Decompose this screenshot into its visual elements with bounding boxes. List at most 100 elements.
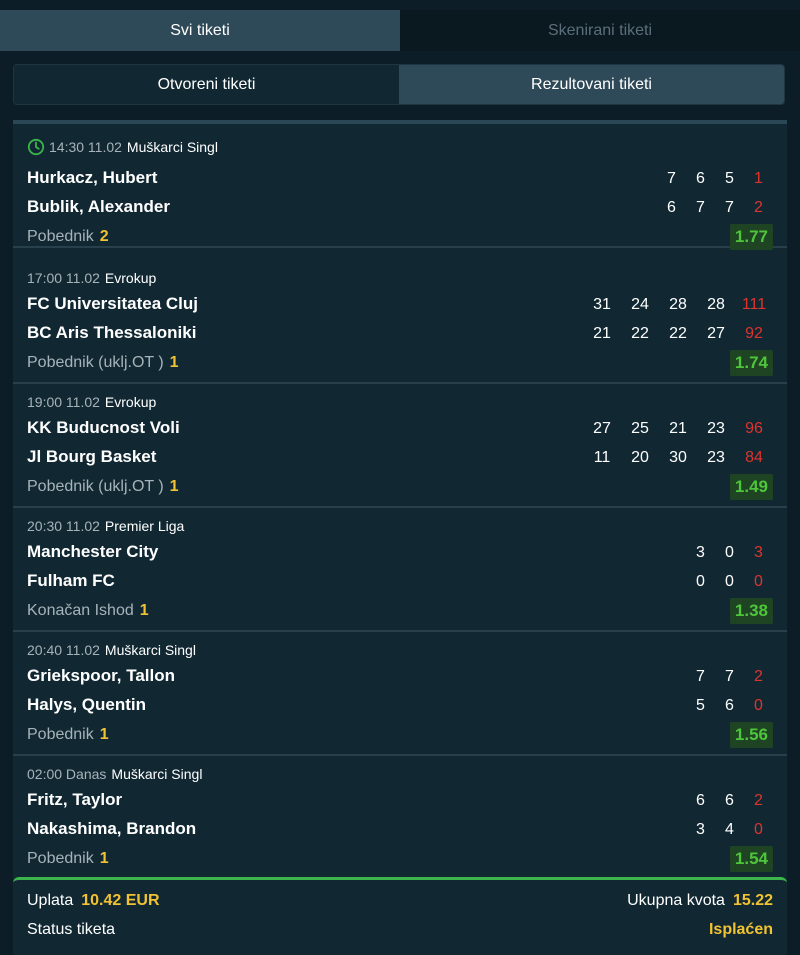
tab-all-tickets[interactable]: Svi tiketi	[0, 10, 400, 51]
status-label: Status tiketa	[27, 921, 116, 938]
selection: 2	[99, 228, 109, 245]
bet-pick: Pobednik 1	[27, 850, 109, 868]
odd-badge: 1.49	[729, 474, 773, 500]
stake-value: 10.42 EUR	[81, 892, 160, 909]
tab-scanned-tickets[interactable]: Skenirani tiketi	[400, 10, 800, 51]
selection: 1	[99, 850, 109, 867]
match-time: 02:00 Danas	[27, 766, 107, 782]
selection: 1	[139, 602, 149, 619]
period-score: 28	[669, 296, 687, 313]
away-team: BC Aris Thessaloniki	[27, 323, 197, 342]
away-team: Fulham FC	[27, 571, 115, 590]
match-competition: Evrokup	[104, 394, 157, 410]
match-competition: Muškarci Singl	[126, 139, 218, 155]
selection: 1	[169, 354, 179, 371]
match-competition: Muškarci Singl	[104, 642, 196, 658]
away-scores: 5 6 0	[686, 697, 773, 715]
match-row[interactable]: 17:00 11.02 Evrokup FC Universitatea Clu…	[13, 260, 787, 384]
period-score: 27	[593, 420, 611, 437]
final-score: 96	[745, 420, 763, 437]
final-score: 3	[754, 544, 763, 561]
home-team: KK Buducnost Voli	[27, 418, 180, 437]
ticket-card: 14:30 11.02 Muškarci Singl Hurkacz, Hube…	[13, 120, 787, 955]
odd-badge: 1.56	[729, 722, 773, 748]
period-score: 0	[725, 544, 734, 561]
final-score: 84	[745, 449, 763, 466]
match-row[interactable]: 19:00 11.02 Evrokup KK Buducnost Voli Jl…	[13, 384, 787, 508]
final-score: 92	[745, 325, 763, 342]
period-score: 20	[631, 449, 649, 466]
bet-pick: Pobednik 2	[27, 228, 109, 246]
period-score: 23	[707, 420, 725, 437]
period-score: 30	[669, 449, 687, 466]
market-label: Pobednik (uklj.OT )	[27, 354, 164, 371]
period-score: 5	[725, 170, 734, 187]
away-scores: 6 7 7 2	[657, 199, 773, 217]
period-score: 27	[707, 325, 725, 342]
summary-row-status: Status tiketa Isplaćen	[27, 921, 773, 939]
tab-open-tickets[interactable]: Otvoreni tiketi	[14, 65, 399, 104]
match-header: 20:40 11.02 Muškarci Singl	[27, 642, 196, 658]
top-bar	[0, 0, 800, 10]
match-time: 14:30 11.02	[49, 139, 122, 155]
away-scores: 11 20 30 23 84	[583, 449, 773, 467]
period-score: 6	[696, 792, 705, 809]
match-time: 20:30 11.02	[27, 518, 100, 534]
home-scores: 7 6 5 1	[657, 170, 773, 188]
period-score: 6	[667, 199, 676, 216]
period-score: 7	[725, 668, 734, 685]
period-score: 0	[696, 573, 705, 590]
tab-resolved-tickets[interactable]: Rezultovani tiketi	[399, 65, 784, 104]
match-time: 19:00 11.02	[27, 394, 100, 410]
ticket-summary: Uplata 10.42 EUR Ukupna kvota 15.22 Status…	[13, 877, 787, 955]
odd-badge: 1.77	[729, 224, 773, 250]
final-score: 1	[754, 170, 763, 187]
final-score: 0	[754, 697, 763, 714]
away-scores: 0 0 0	[686, 573, 773, 591]
home-scores: 3 0 3	[686, 544, 773, 562]
period-score: 6	[725, 697, 734, 714]
home-scores: 31 24 28 28 111	[583, 296, 773, 314]
match-row[interactable]: 14:30 11.02 Muškarci Singl Hurkacz, Hube…	[13, 124, 787, 250]
final-score: 0	[754, 821, 763, 838]
period-score: 22	[669, 325, 687, 342]
total-odds-label: Ukupna kvota	[627, 892, 725, 909]
clock-icon	[27, 138, 45, 156]
period-score: 6	[696, 170, 705, 187]
period-score: 7	[696, 668, 705, 685]
period-score: 23	[707, 449, 725, 466]
bet-pick: Pobednik (uklj.OT ) 1	[27, 478, 179, 496]
match-competition: Evrokup	[104, 270, 157, 286]
odd-badge: 1.54	[729, 846, 773, 872]
match-time: 17:00 11.02	[27, 270, 100, 286]
final-score: 2	[754, 668, 763, 685]
away-team: Nakashima, Brandon	[27, 819, 197, 838]
summary-row-stake: Uplata 10.42 EUR Ukupna kvota 15.22	[27, 892, 773, 910]
period-score: 22	[631, 325, 649, 342]
period-score: 6	[725, 792, 734, 809]
odd-badge: 1.74	[729, 350, 773, 376]
period-score: 21	[669, 420, 687, 437]
final-score: 0	[754, 573, 763, 590]
period-score: 7	[696, 199, 705, 216]
market-label: Pobednik	[27, 228, 94, 245]
period-score: 0	[725, 573, 734, 590]
match-header: 19:00 11.02 Evrokup	[27, 394, 156, 410]
match-row[interactable]: 20:40 11.02 Muškarci Singl Griekspoor, T…	[13, 632, 787, 756]
away-team: Halys, Quentin	[27, 695, 147, 714]
period-score: 5	[696, 697, 705, 714]
home-team: FC Universitatea Cluj	[27, 294, 198, 313]
market-label: Pobednik	[27, 850, 94, 867]
match-row[interactable]: 02:00 Danas Muškarci Singl Fritz, Taylor…	[13, 756, 787, 880]
match-row[interactable]: 20:30 11.02 Premier Liga Manchester City…	[13, 508, 787, 632]
period-score: 25	[631, 420, 649, 437]
bet-pick: Konačan Ishod 1	[27, 602, 149, 620]
selection: 1	[99, 726, 109, 743]
period-score: 28	[707, 296, 725, 313]
period-score: 21	[593, 325, 611, 342]
period-score: 7	[725, 199, 734, 216]
match-competition: Premier Liga	[104, 518, 185, 534]
market-label: Pobednik (uklj.OT )	[27, 478, 164, 495]
sub-tabs: Otvoreni tiketi Rezultovani tiketi	[13, 64, 785, 105]
home-scores: 6 6 2	[686, 792, 773, 810]
